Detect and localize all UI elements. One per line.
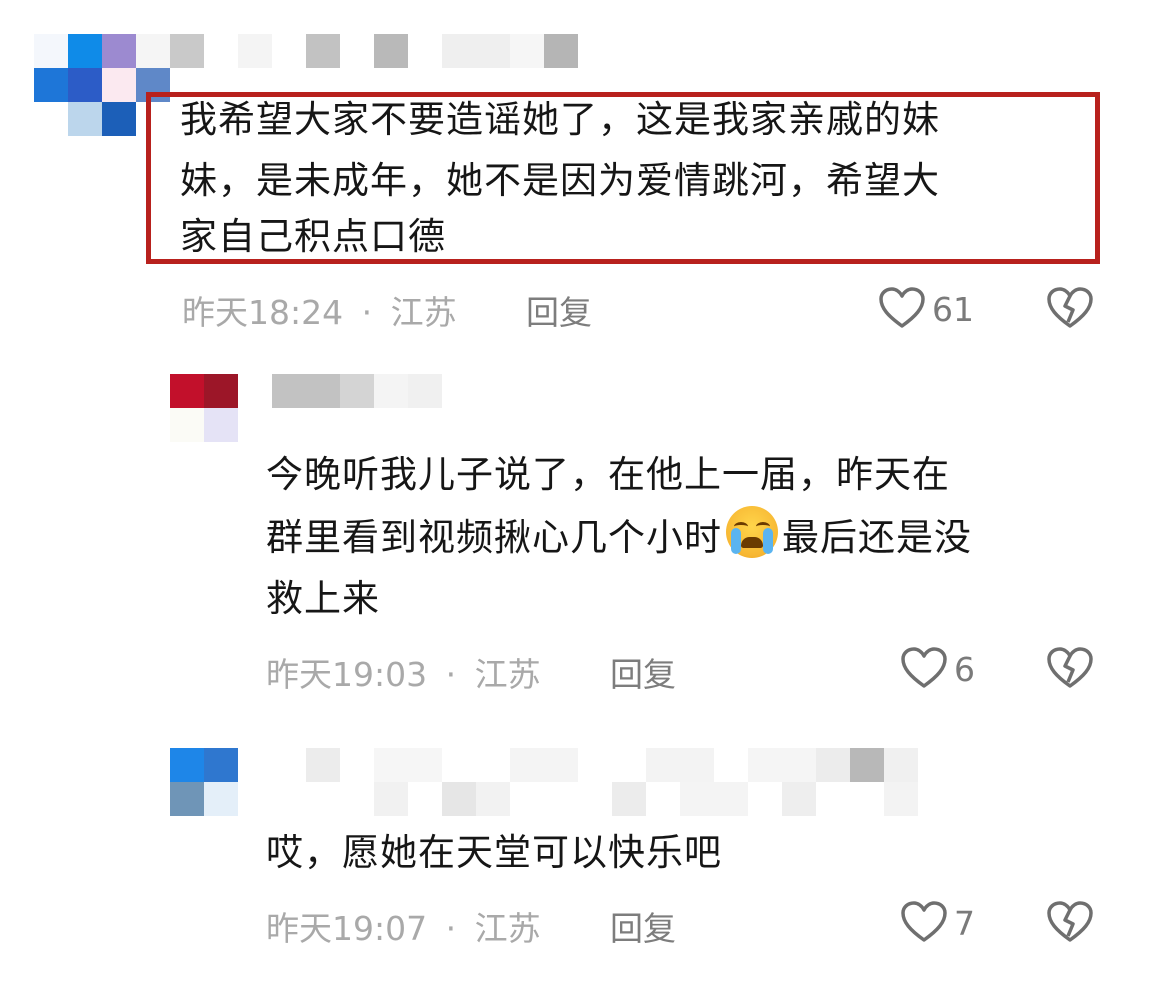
comment-line: 群里看到视频揪心几个小时 最后还是没	[266, 506, 972, 568]
reply-button[interactable]: 回复	[610, 902, 676, 950]
heart-outline-icon	[879, 287, 925, 328]
location: 江苏	[474, 909, 541, 948]
comment-line: 救上来	[266, 577, 380, 620]
timestamp: 昨天18:24	[182, 293, 344, 332]
heart-outline-icon	[901, 901, 947, 942]
like-count: 7	[954, 904, 975, 943]
comment-line-part: 群里看到视频揪心几个小时	[266, 516, 722, 559]
broken-heart-icon	[1047, 647, 1093, 688]
comment-line: 家自己积点口德	[180, 215, 446, 258]
like-count: 6	[954, 650, 975, 689]
heart-outline-icon	[901, 647, 947, 688]
comment-line: 哎，愿她在天堂可以快乐吧	[266, 831, 722, 874]
separator: ·	[361, 293, 373, 332]
crying-face-emoji	[726, 506, 778, 558]
comment-meta: 昨天18:24 · 江苏	[182, 286, 457, 334]
comment-line: 妹，是未成年，她不是因为爱情跳河，希望大	[180, 159, 940, 202]
avatar[interactable]	[170, 374, 238, 442]
broken-heart-icon	[1047, 287, 1093, 328]
separator: ·	[445, 909, 457, 948]
broken-heart-icon	[1047, 901, 1093, 942]
username-blurred[interactable]	[170, 34, 590, 68]
avatar[interactable]	[170, 748, 238, 816]
like-count: 61	[932, 290, 974, 329]
dislike-button[interactable]	[1046, 646, 1094, 690]
timestamp: 昨天19:03	[266, 655, 428, 694]
reply-button[interactable]: 回复	[526, 286, 592, 334]
comment-meta: 昨天19:03 · 江苏	[266, 648, 541, 696]
location: 江苏	[390, 293, 457, 332]
comment-meta: 昨天19:07 · 江苏	[266, 902, 541, 950]
location: 江苏	[474, 655, 541, 694]
like-button[interactable]: 6	[900, 646, 990, 690]
separator: ·	[445, 655, 457, 694]
comment-line-part: 最后还是没	[782, 516, 972, 559]
like-button[interactable]: 7	[900, 900, 990, 944]
dislike-button[interactable]	[1046, 900, 1094, 944]
reply-button[interactable]: 回复	[610, 648, 676, 696]
comment-line: 我希望大家不要造谣她了，这是我家亲戚的妹	[180, 98, 940, 141]
username-blurred[interactable]	[272, 374, 442, 408]
username-blurred[interactable]	[272, 748, 918, 816]
comment-line: 今晚听我儿子说了，在他上一届，昨天在	[266, 453, 950, 496]
timestamp: 昨天19:07	[266, 909, 428, 948]
like-button[interactable]: 61	[878, 286, 988, 330]
dislike-button[interactable]	[1046, 286, 1094, 330]
